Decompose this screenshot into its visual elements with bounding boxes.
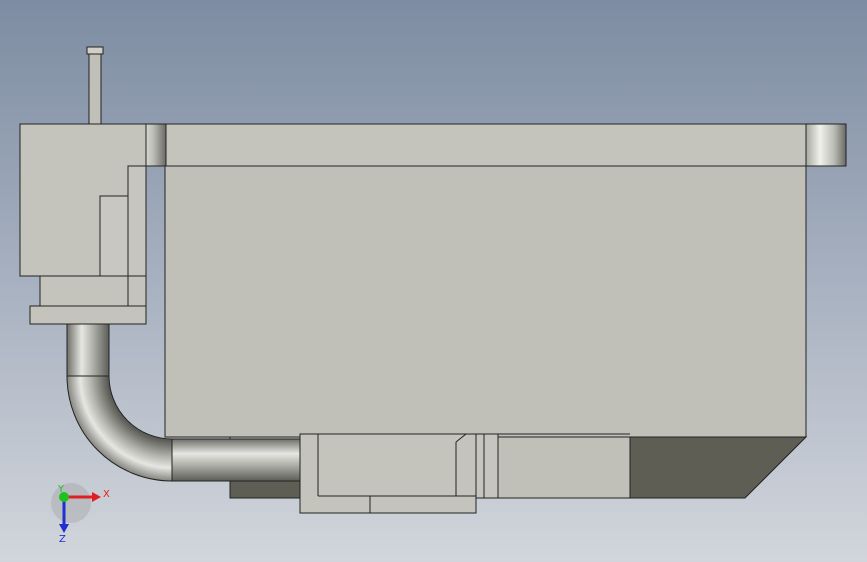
axis-triad: X Y Z bbox=[51, 483, 110, 545]
z-axis-head bbox=[59, 524, 69, 533]
right-mounting-boss bbox=[805, 123, 847, 167]
cable-tube-vertical[interactable] bbox=[66, 323, 110, 377]
model-view[interactable]: X Y Z bbox=[0, 0, 867, 562]
main-housing[interactable] bbox=[164, 123, 807, 438]
connector-recess bbox=[99, 195, 129, 277]
top-pin-cap bbox=[86, 46, 104, 55]
connector-base-plate bbox=[29, 305, 147, 325]
connector-lower-step bbox=[39, 275, 147, 307]
bottom-clamp bbox=[475, 433, 499, 499]
cad-viewport[interactable]: X Y Z bbox=[0, 0, 867, 562]
z-axis-label: Z bbox=[59, 534, 66, 545]
bottom-dark-wedge bbox=[629, 436, 808, 499]
bottom-shade bbox=[229, 479, 301, 499]
connector-side-plate bbox=[127, 165, 147, 277]
x-axis-head bbox=[92, 492, 101, 502]
y-axis-label: Y bbox=[57, 484, 65, 495]
x-axis-label: X bbox=[103, 489, 110, 500]
cable-tube-bend[interactable] bbox=[66, 375, 173, 482]
top-flange bbox=[123, 123, 847, 167]
triad-origin-shadow bbox=[51, 483, 91, 523]
top-pin bbox=[88, 53, 102, 125]
cable-tube-horizontal[interactable] bbox=[171, 438, 301, 482]
bottom-fitting-block bbox=[299, 433, 477, 514]
